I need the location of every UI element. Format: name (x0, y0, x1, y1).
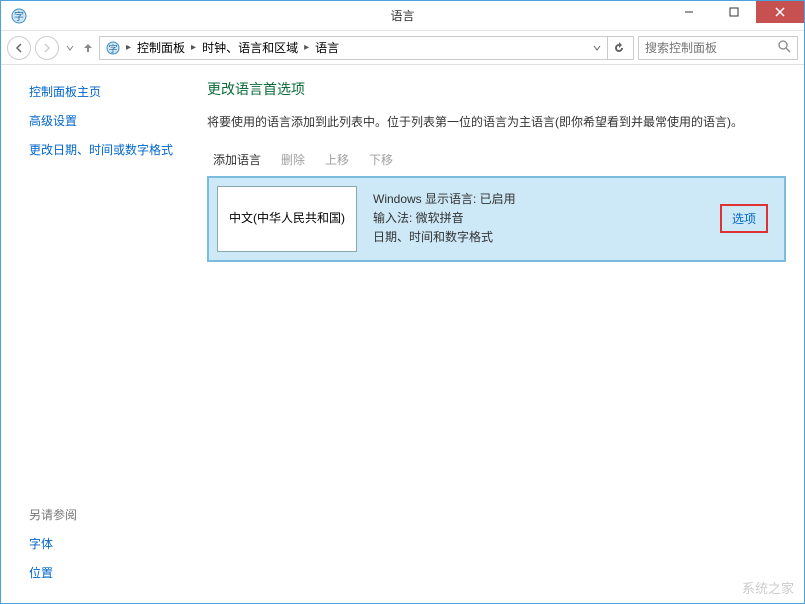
display-language-line: Windows 显示语言: 已启用 (373, 190, 696, 209)
chevron-right-icon: ▸ (124, 42, 133, 53)
refresh-button[interactable] (607, 37, 629, 59)
history-dropdown[interactable] (63, 36, 77, 60)
chevron-right-icon: ▸ (189, 42, 198, 53)
breadcrumb-item[interactable]: 语言 (313, 39, 341, 56)
forward-button[interactable] (35, 36, 59, 60)
sidebar-link-advanced[interactable]: 高级设置 (29, 112, 191, 129)
breadcrumb[interactable]: 字 ▸ 控制面板 ▸ 时钟、语言和区域 ▸ 语言 (99, 36, 634, 60)
sidebar-link-datetime[interactable]: 更改日期、时间或数字格式 (29, 141, 191, 158)
minimize-button[interactable] (666, 1, 711, 23)
content: 更改语言首选项 将要使用的语言添加到此列表中。位于列表第一位的语言为主语言(即你… (201, 65, 804, 603)
language-row[interactable]: 中文(中华人民共和国) Windows 显示语言: 已启用 输入法: 微软拼音 … (208, 177, 785, 261)
address-bar: 字 ▸ 控制面板 ▸ 时钟、语言和区域 ▸ 语言 (1, 31, 804, 65)
control-panel-home-link[interactable]: 控制面板主页 (29, 83, 191, 100)
titlebar: 字 语言 (1, 1, 804, 31)
sidebar-link-fonts[interactable]: 字体 (29, 535, 191, 552)
page-description: 将要使用的语言添加到此列表中。位于列表第一位的语言为主语言(即你希望看到并最常使… (207, 113, 786, 131)
language-list: 中文(中华人民共和国) Windows 显示语言: 已启用 输入法: 微软拼音 … (207, 176, 786, 262)
maximize-button[interactable] (711, 1, 756, 23)
body: 控制面板主页 高级设置 更改日期、时间或数字格式 另请参阅 字体 位置 更改语言… (1, 65, 804, 603)
back-button[interactable] (7, 36, 31, 60)
input-method-line: 输入法: 微软拼音 (373, 209, 696, 228)
close-button[interactable] (756, 1, 804, 23)
language-details: Windows 显示语言: 已启用 输入法: 微软拼音 日期、时间和数字格式 (365, 178, 704, 260)
search-input[interactable] (645, 41, 765, 55)
add-language-button[interactable]: 添加语言 (213, 151, 261, 168)
window: 字 语言 字 (0, 0, 805, 604)
svg-text:字: 字 (108, 43, 117, 54)
breadcrumb-dropdown[interactable] (587, 37, 605, 59)
breadcrumb-item[interactable]: 时钟、语言和区域 (200, 39, 300, 56)
language-toolbar: 添加语言 删除 上移 下移 (207, 147, 786, 176)
chevron-right-icon: ▸ (302, 42, 311, 53)
sidebar-link-location[interactable]: 位置 (29, 564, 191, 581)
search-icon[interactable] (777, 39, 791, 56)
move-down-button[interactable]: 下移 (369, 151, 393, 168)
app-icon: 字 (9, 6, 29, 26)
language-actions: 选项 (704, 178, 784, 260)
remove-language-button[interactable]: 删除 (281, 151, 305, 168)
search-box[interactable] (638, 36, 798, 60)
up-button[interactable] (81, 36, 95, 60)
control-panel-icon: 字 (104, 39, 122, 57)
breadcrumb-item[interactable]: 控制面板 (135, 39, 187, 56)
language-name: 中文(中华人民共和国) (217, 186, 357, 252)
svg-text:字: 字 (14, 10, 24, 23)
move-up-button[interactable]: 上移 (325, 151, 349, 168)
page-heading: 更改语言首选项 (207, 79, 786, 99)
sidebar: 控制面板主页 高级设置 更改日期、时间或数字格式 另请参阅 字体 位置 (1, 65, 201, 603)
window-title: 语言 (390, 7, 414, 24)
options-link[interactable]: 选项 (720, 204, 768, 233)
date-format-line: 日期、时间和数字格式 (373, 228, 696, 247)
see-also-header: 另请参阅 (29, 506, 191, 523)
window-buttons (666, 1, 804, 30)
